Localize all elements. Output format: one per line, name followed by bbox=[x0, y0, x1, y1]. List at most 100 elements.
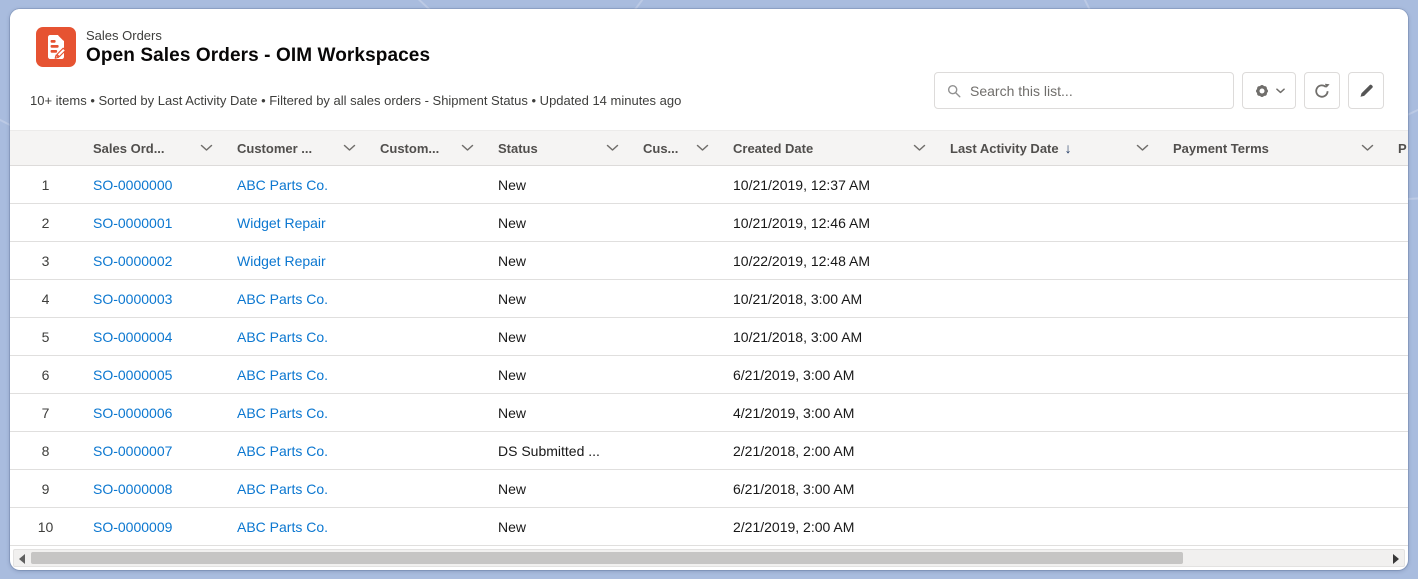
custom-cell bbox=[368, 356, 486, 394]
cus-cell bbox=[631, 280, 721, 318]
last-activity-cell bbox=[938, 432, 1161, 470]
sales-order-cell: SO-0000002 bbox=[81, 242, 225, 280]
customer-link[interactable]: Widget Repair bbox=[237, 215, 326, 231]
clipped-cell bbox=[1386, 204, 1408, 242]
created-date-cell: 10/22/2019, 12:48 AM bbox=[721, 242, 938, 280]
clipped-cell bbox=[1386, 356, 1408, 394]
scroll-right-arrow-icon[interactable] bbox=[1389, 553, 1401, 565]
sales-order-link[interactable]: SO-0000006 bbox=[93, 405, 172, 421]
status-cell: New bbox=[486, 318, 631, 356]
created-date-cell: 2/21/2018, 2:00 AM bbox=[721, 432, 938, 470]
column-header-custom[interactable]: Custom... bbox=[368, 131, 486, 166]
sales-order-link[interactable]: SO-0000004 bbox=[93, 329, 172, 345]
chevron-down-icon[interactable] bbox=[1361, 144, 1374, 152]
status-cell: DS Submitted ... bbox=[486, 432, 631, 470]
customer-link[interactable]: ABC Parts Co. bbox=[237, 329, 328, 345]
refresh-icon bbox=[1314, 83, 1330, 99]
created-date-cell: 6/21/2018, 3:00 AM bbox=[721, 470, 938, 508]
table-row: 1 SO-0000000 ABC Parts Co. New 10/21/201… bbox=[10, 166, 1408, 204]
chevron-down-icon[interactable] bbox=[200, 144, 213, 152]
column-header-sales-order[interactable]: Sales Ord... bbox=[81, 131, 225, 166]
customer-link[interactable]: ABC Parts Co. bbox=[237, 405, 328, 421]
sales-order-link[interactable]: SO-0000003 bbox=[93, 291, 172, 307]
created-date-cell: 10/21/2019, 12:37 AM bbox=[721, 166, 938, 204]
table-row: 3 SO-0000002 Widget Repair New 10/22/201… bbox=[10, 242, 1408, 280]
scroll-left-arrow-icon[interactable] bbox=[17, 553, 29, 565]
customer-link[interactable]: ABC Parts Co. bbox=[237, 443, 328, 459]
row-number-column-header bbox=[10, 131, 81, 166]
chevron-down-icon[interactable] bbox=[461, 144, 474, 152]
column-header-payment-terms[interactable]: Payment Terms bbox=[1161, 131, 1386, 166]
edit-button[interactable] bbox=[1348, 72, 1384, 109]
column-label: Cus... bbox=[643, 141, 678, 156]
payment-terms-cell bbox=[1161, 280, 1386, 318]
customer-cell: ABC Parts Co. bbox=[225, 166, 368, 204]
status-cell: New bbox=[486, 394, 631, 432]
customer-link[interactable]: ABC Parts Co. bbox=[237, 481, 328, 497]
clipped-cell bbox=[1386, 318, 1408, 356]
column-header-customer[interactable]: Customer ... bbox=[225, 131, 368, 166]
sales-order-link[interactable]: SO-0000009 bbox=[93, 519, 172, 535]
payment-terms-cell bbox=[1161, 470, 1386, 508]
customer-link[interactable]: ABC Parts Co. bbox=[237, 367, 328, 383]
row-number: 2 bbox=[10, 204, 81, 242]
customer-link[interactable]: ABC Parts Co. bbox=[237, 291, 328, 307]
cus-cell bbox=[631, 394, 721, 432]
row-number: 3 bbox=[10, 242, 81, 280]
customer-link[interactable]: ABC Parts Co. bbox=[237, 177, 328, 193]
customer-link[interactable]: Widget Repair bbox=[237, 253, 326, 269]
sales-order-link[interactable]: SO-0000005 bbox=[93, 367, 172, 383]
last-activity-cell bbox=[938, 318, 1161, 356]
sales-order-cell: SO-0000001 bbox=[81, 204, 225, 242]
column-header-clipped[interactable]: P bbox=[1386, 131, 1408, 166]
created-date-cell: 2/21/2019, 2:00 AM bbox=[721, 508, 938, 546]
sales-order-link[interactable]: SO-0000007 bbox=[93, 443, 172, 459]
sales-order-link[interactable]: SO-0000008 bbox=[93, 481, 172, 497]
list-view-controls-button[interactable] bbox=[1242, 72, 1296, 109]
sales-order-link[interactable]: SO-0000002 bbox=[93, 253, 172, 269]
column-header-created-date[interactable]: Created Date bbox=[721, 131, 938, 166]
sales-order-cell: SO-0000009 bbox=[81, 508, 225, 546]
row-number: 5 bbox=[10, 318, 81, 356]
sales-order-cell: SO-0000006 bbox=[81, 394, 225, 432]
customer-cell: ABC Parts Co. bbox=[225, 356, 368, 394]
customer-cell: Widget Repair bbox=[225, 204, 368, 242]
horizontal-scrollbar[interactable] bbox=[13, 549, 1405, 567]
column-header-status[interactable]: Status bbox=[486, 131, 631, 166]
refresh-button[interactable] bbox=[1304, 72, 1340, 109]
cus-cell bbox=[631, 204, 721, 242]
scrollbar-thumb[interactable] bbox=[31, 552, 1183, 564]
cus-cell bbox=[631, 508, 721, 546]
chevron-down-icon[interactable] bbox=[913, 144, 926, 152]
last-activity-cell bbox=[938, 204, 1161, 242]
created-date-cell: 10/21/2018, 3:00 AM bbox=[721, 318, 938, 356]
table-row: 5 SO-0000004 ABC Parts Co. New 10/21/201… bbox=[10, 318, 1408, 356]
cus-cell bbox=[631, 432, 721, 470]
clipped-cell bbox=[1386, 432, 1408, 470]
custom-cell bbox=[368, 204, 486, 242]
chevron-down-icon[interactable] bbox=[1136, 144, 1149, 152]
search-input[interactable] bbox=[970, 83, 1221, 99]
chevron-down-icon[interactable] bbox=[343, 144, 356, 152]
sales-order-link[interactable]: SO-0000001 bbox=[93, 215, 172, 231]
custom-cell bbox=[368, 280, 486, 318]
customer-link[interactable]: ABC Parts Co. bbox=[237, 519, 328, 535]
column-header-last-activity-date[interactable]: Last Activity Date↓ bbox=[938, 131, 1161, 166]
chevron-down-icon[interactable] bbox=[606, 144, 619, 152]
row-number: 9 bbox=[10, 470, 81, 508]
column-header-cus[interactable]: Cus... bbox=[631, 131, 721, 166]
created-date-cell: 10/21/2018, 3:00 AM bbox=[721, 280, 938, 318]
table-row: 10 SO-0000009 ABC Parts Co. New 2/21/201… bbox=[10, 508, 1408, 546]
custom-cell bbox=[368, 318, 486, 356]
customer-cell: ABC Parts Co. bbox=[225, 432, 368, 470]
last-activity-cell bbox=[938, 166, 1161, 204]
sales-order-cell: SO-0000004 bbox=[81, 318, 225, 356]
last-activity-cell bbox=[938, 508, 1161, 546]
sales-order-link[interactable]: SO-0000000 bbox=[93, 177, 172, 193]
custom-cell bbox=[368, 470, 486, 508]
chevron-down-icon[interactable] bbox=[696, 144, 709, 152]
payment-terms-cell bbox=[1161, 508, 1386, 546]
customer-cell: ABC Parts Co. bbox=[225, 280, 368, 318]
column-label: Payment Terms bbox=[1173, 141, 1269, 156]
status-cell: New bbox=[486, 166, 631, 204]
